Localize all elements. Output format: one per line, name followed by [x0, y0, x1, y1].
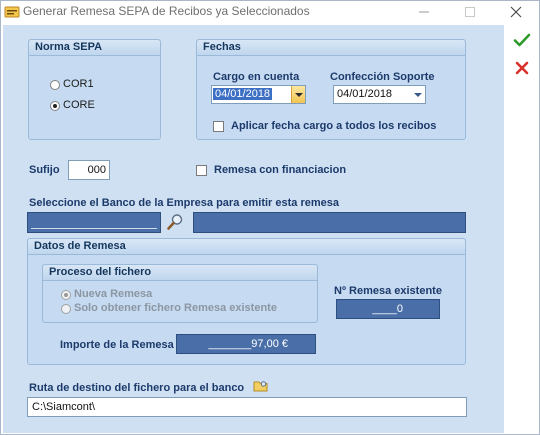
importe-label: Importe de la Remesa — [60, 339, 174, 351]
confeccion-date-value: 04/01/2018 — [337, 88, 393, 100]
cargo-dropdown-button[interactable] — [291, 86, 305, 103]
proceso-fichero-group: Proceso del fichero Nueva Remesa Solo ob… — [42, 264, 318, 323]
banco-label: Seleccione el Banco de la Empresa para e… — [29, 197, 339, 209]
confeccion-date-combo[interactable]: 04/01/2018 — [333, 85, 426, 104]
close-button[interactable] — [493, 1, 539, 23]
radio-cor1[interactable] — [50, 80, 60, 90]
dialog-window: Generar Remesa SEPA de Recibos ya Selecc… — [0, 0, 540, 435]
sufijo-label: Sufijo — [29, 164, 60, 176]
chevron-down-icon — [414, 93, 422, 97]
num-remesa-label: Nº Remesa existente — [334, 285, 442, 297]
confeccion-label: Confección Soporte — [330, 71, 435, 83]
accept-button[interactable] — [513, 31, 531, 49]
norma-sepa-title: Norma SEPA — [29, 40, 160, 56]
close-icon — [510, 6, 522, 18]
ruta-label: Ruta de destino del fichero para el banc… — [29, 382, 245, 394]
norma-sepa-group: Norma SEPA COR1 CORE — [28, 39, 161, 140]
radio-core[interactable] — [50, 101, 60, 111]
green-check-icon — [513, 33, 531, 47]
radio-nueva-remesa[interactable] — [61, 290, 71, 300]
title-bar[interactable]: Generar Remesa SEPA de Recibos ya Selecc… — [1, 1, 539, 23]
cargo-date-value: 04/01/2018 — [213, 88, 273, 100]
fechas-group: Fechas Cargo en cuenta 04/01/2018 Confec… — [196, 39, 466, 140]
sufijo-input[interactable]: 000 — [68, 160, 110, 180]
folder-icon — [253, 381, 268, 392]
minimize-button[interactable] — [401, 1, 447, 23]
radio-cor1-label: COR1 — [63, 78, 94, 90]
maximize-button[interactable] — [447, 1, 493, 23]
maximize-icon — [465, 7, 475, 17]
banco-code-input[interactable] — [27, 212, 161, 233]
aplicar-label: Aplicar fecha cargo a todos los recibos — [231, 120, 437, 132]
radio-nueva-remesa-label: Nueva Remesa — [74, 288, 153, 300]
cargo-label: Cargo en cuenta — [213, 71, 300, 83]
browse-folder-button[interactable] — [253, 378, 269, 394]
search-banco-button[interactable] — [166, 213, 184, 231]
minimize-icon — [419, 11, 429, 13]
chevron-down-icon — [295, 93, 303, 97]
aplicar-checkbox[interactable] — [213, 121, 224, 132]
app-icon — [4, 4, 20, 20]
magnifier-icon — [167, 214, 183, 230]
radio-solo-fichero[interactable] — [61, 304, 71, 314]
radio-core-label: CORE — [63, 99, 95, 111]
financiacion-checkbox[interactable] — [196, 165, 207, 176]
action-bar — [505, 25, 539, 433]
window-title: Generar Remesa SEPA de Recibos ya Selecc… — [23, 4, 310, 18]
cancel-button[interactable] — [513, 59, 531, 77]
red-x-icon — [515, 61, 529, 75]
cargo-date-combo[interactable]: 04/01/2018 — [211, 85, 306, 104]
proceso-fichero-title: Proceso del fichero — [43, 265, 317, 281]
confeccion-dropdown-button[interactable] — [411, 86, 425, 103]
num-remesa-field: ____0 — [336, 299, 440, 319]
financiacion-label: Remesa con financiacion — [214, 164, 347, 176]
ruta-input[interactable]: C:\Siamcont\ — [27, 397, 467, 417]
radio-solo-fichero-label: Solo obtener fichero Remesa existente — [74, 302, 277, 314]
fechas-title: Fechas — [197, 40, 465, 56]
client-area: Norma SEPA COR1 CORE Fechas Cargo en cue… — [3, 25, 504, 433]
datos-remesa-title: Datos de Remesa — [28, 239, 465, 255]
datos-remesa-group: Datos de Remesa Proceso del fichero Nuev… — [27, 238, 466, 365]
importe-field: _______97,00 € — [176, 334, 316, 354]
banco-name-field — [193, 212, 466, 233]
